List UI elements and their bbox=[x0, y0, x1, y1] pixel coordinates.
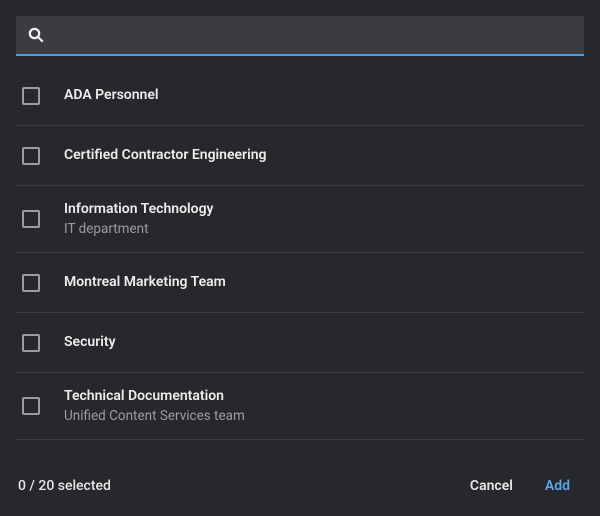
list-item-title: Montreal Marketing Team bbox=[64, 273, 226, 292]
list-item-title: Information Technology bbox=[64, 200, 214, 219]
list-item-text: Technical DocumentationUnified Content S… bbox=[64, 387, 245, 425]
checkbox[interactable] bbox=[22, 274, 40, 292]
list-item-text: Security bbox=[64, 333, 116, 352]
list-item[interactable]: Certified Contractor Engineering bbox=[16, 126, 584, 186]
list-item-title: Certified Contractor Engineering bbox=[64, 146, 267, 165]
list-item[interactable]: Montreal Marketing Team bbox=[16, 253, 584, 313]
footer-bar: 0 / 20 selected Cancel Add bbox=[0, 458, 600, 516]
list-item[interactable]: Technical DocumentationUnified Content S… bbox=[16, 373, 584, 440]
list-item[interactable]: Security bbox=[16, 313, 584, 373]
list-item-text: Montreal Marketing Team bbox=[64, 273, 226, 292]
group-list: ADA Personnel Certified Contractor Engine… bbox=[0, 56, 600, 458]
list-item-text: Certified Contractor Engineering bbox=[64, 146, 267, 165]
search-container bbox=[0, 0, 600, 56]
checkbox[interactable] bbox=[22, 87, 40, 105]
list-item[interactable]: Information TechnologyIT department bbox=[16, 186, 584, 253]
cancel-button[interactable]: Cancel bbox=[458, 472, 525, 500]
list-item-title: Technical Documentation bbox=[64, 387, 245, 406]
list-item-text: Information TechnologyIT department bbox=[64, 200, 214, 238]
list-item-subtitle: Unified Content Services team bbox=[64, 407, 245, 425]
add-button[interactable]: Add bbox=[533, 472, 582, 500]
checkbox[interactable] bbox=[22, 397, 40, 415]
list-item-title: Security bbox=[64, 333, 116, 352]
list-item[interactable]: ADA Personnel bbox=[16, 66, 584, 126]
list-item-subtitle: IT department bbox=[64, 220, 214, 238]
checkbox[interactable] bbox=[22, 334, 40, 352]
list-item-text: ADA Personnel bbox=[64, 86, 159, 105]
search-box[interactable] bbox=[16, 16, 584, 56]
selection-status: 0 / 20 selected bbox=[18, 478, 111, 494]
search-icon bbox=[26, 25, 46, 45]
search-input[interactable] bbox=[46, 16, 574, 54]
checkbox[interactable] bbox=[22, 210, 40, 228]
checkbox[interactable] bbox=[22, 147, 40, 165]
list-item-title: ADA Personnel bbox=[64, 86, 159, 105]
